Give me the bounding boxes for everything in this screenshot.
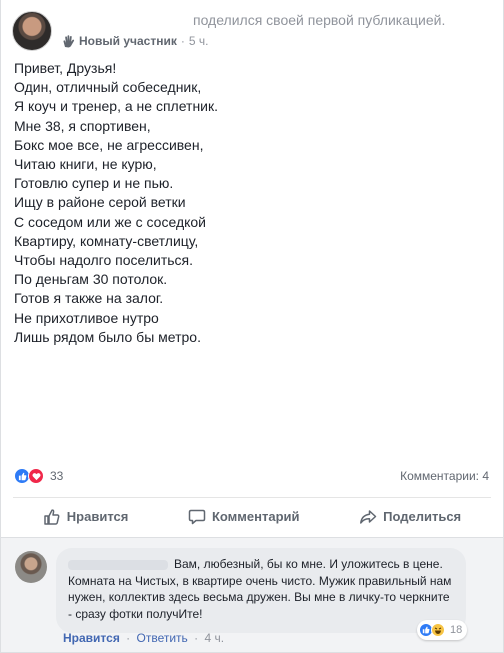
post-header: поделился своей первой публикацией. Новы… bbox=[12, 11, 493, 51]
comment-button[interactable]: Комментарий bbox=[180, 504, 308, 530]
meta-separator: · bbox=[180, 34, 185, 48]
share-button-label: Поделиться bbox=[383, 509, 462, 524]
post-line: Готовлю супер и не пью. bbox=[14, 175, 174, 192]
post-line: Лишь рядом было бы метро. bbox=[14, 328, 201, 345]
post-line: Квартиру, комнату-светлицу, bbox=[14, 232, 199, 249]
speech-bubble-icon bbox=[188, 509, 206, 524]
like-button[interactable]: Нравится bbox=[35, 504, 137, 530]
comment-action-separator: · bbox=[126, 631, 131, 645]
comment-reply-link[interactable]: Ответить bbox=[137, 631, 188, 645]
comment-action-separator: · bbox=[194, 631, 199, 645]
comments-section: Вам, любезный, бы ко мне. И уложитесь в … bbox=[1, 537, 503, 652]
share-button[interactable]: Поделиться bbox=[351, 504, 469, 530]
new-member-badge: Новый участник bbox=[79, 34, 177, 48]
post-line: Не прихотливое нутро bbox=[14, 309, 159, 326]
commenter-avatar[interactable] bbox=[15, 551, 47, 583]
post-line: С соседом или же с соседкой bbox=[14, 213, 207, 230]
post-line: Чтобы надолго поселиться. bbox=[14, 252, 194, 269]
wave-hand-icon bbox=[63, 34, 75, 47]
post-body: Привет, Друзья! Один, отличный собеседни… bbox=[14, 59, 494, 347]
post-line: Готов я также на залог. bbox=[14, 290, 164, 307]
love-reaction-icon bbox=[28, 468, 44, 484]
comment-reaction-count: 18 bbox=[450, 624, 463, 636]
thumbs-up-icon bbox=[44, 508, 60, 525]
post-actions: Нравится Комментарий Поделиться bbox=[13, 497, 491, 535]
author-avatar[interactable] bbox=[12, 11, 52, 51]
redacted-commenter-name bbox=[68, 559, 168, 570]
post-card: поделился своей первой публикацией. Новы… bbox=[0, 0, 504, 653]
post-line: Мне 38, я спортивен, bbox=[14, 117, 151, 134]
shared-first-post-text: поделился своей первой публикацией. bbox=[193, 12, 446, 28]
post-stats: 33 Комментарии: 4 bbox=[14, 466, 489, 486]
post-line: Я коуч и тренер, а не сплетник. bbox=[14, 98, 219, 115]
post-line: Бокс мое все, не агрессивен, bbox=[14, 136, 204, 153]
comment-reaction-summary[interactable]: 18 bbox=[417, 620, 468, 640]
comments-count-link[interactable]: Комментарии: 4 bbox=[400, 469, 489, 483]
post-line: Один, отличный собеседник, bbox=[14, 79, 202, 96]
comment-like-link[interactable]: Нравится bbox=[63, 631, 120, 645]
reaction-count: 33 bbox=[50, 469, 64, 483]
author-meta: Новый участник · 5 ч. bbox=[62, 34, 208, 48]
haha-reaction-icon bbox=[431, 623, 445, 637]
post-line: По деньгам 30 потолок. bbox=[14, 271, 168, 288]
post-timestamp[interactable]: 5 ч. bbox=[189, 34, 209, 48]
post-line: Ищу в районе серой ветки bbox=[14, 194, 186, 211]
comment-actions: Нравится · Ответить · 4 ч. bbox=[63, 631, 224, 645]
share-arrow-icon bbox=[360, 509, 377, 524]
post-line: Читаю книги, не курю, bbox=[14, 156, 157, 173]
like-button-label: Нравится bbox=[66, 509, 129, 524]
comment-button-label: Комментарий bbox=[211, 509, 300, 524]
reaction-summary[interactable]: 33 bbox=[14, 468, 63, 484]
comment-bubble: Вам, любезный, бы ко мне. И уложитесь в … bbox=[56, 548, 466, 633]
post-line: Привет, Друзья! bbox=[14, 60, 117, 76]
comment-timestamp[interactable]: 4 ч. bbox=[205, 631, 225, 645]
